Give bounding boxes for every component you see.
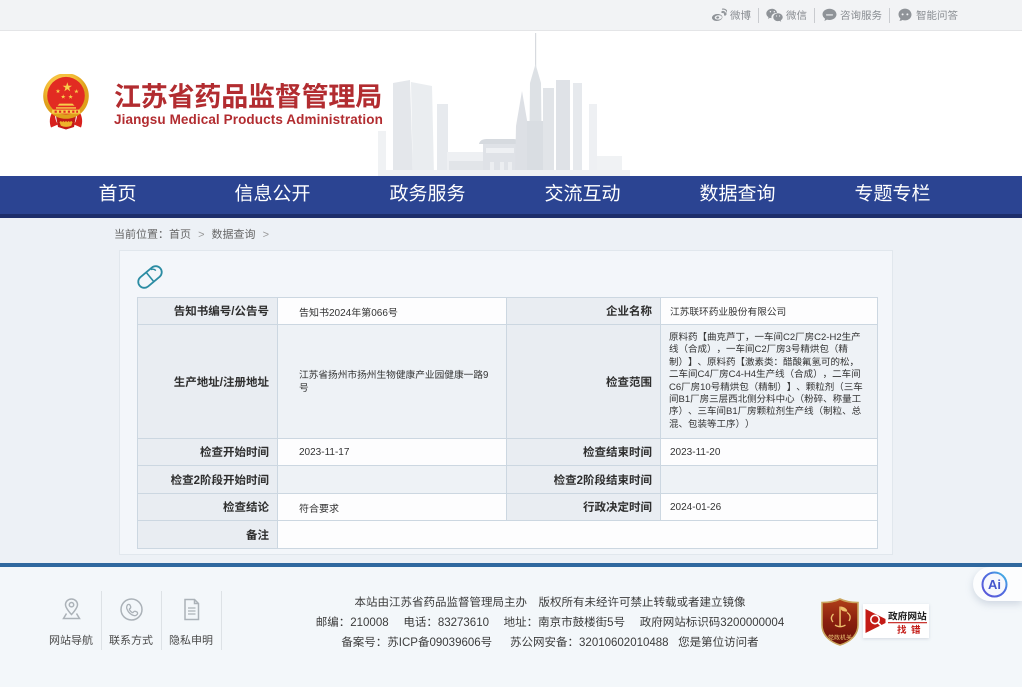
svg-text:党政机关: 党政机关 [828,633,852,642]
svg-text:找错: 找错 [897,622,925,636]
svg-text:政府网站: 政府网站 [888,609,927,623]
svg-text:Ai: Ai [988,577,1001,592]
